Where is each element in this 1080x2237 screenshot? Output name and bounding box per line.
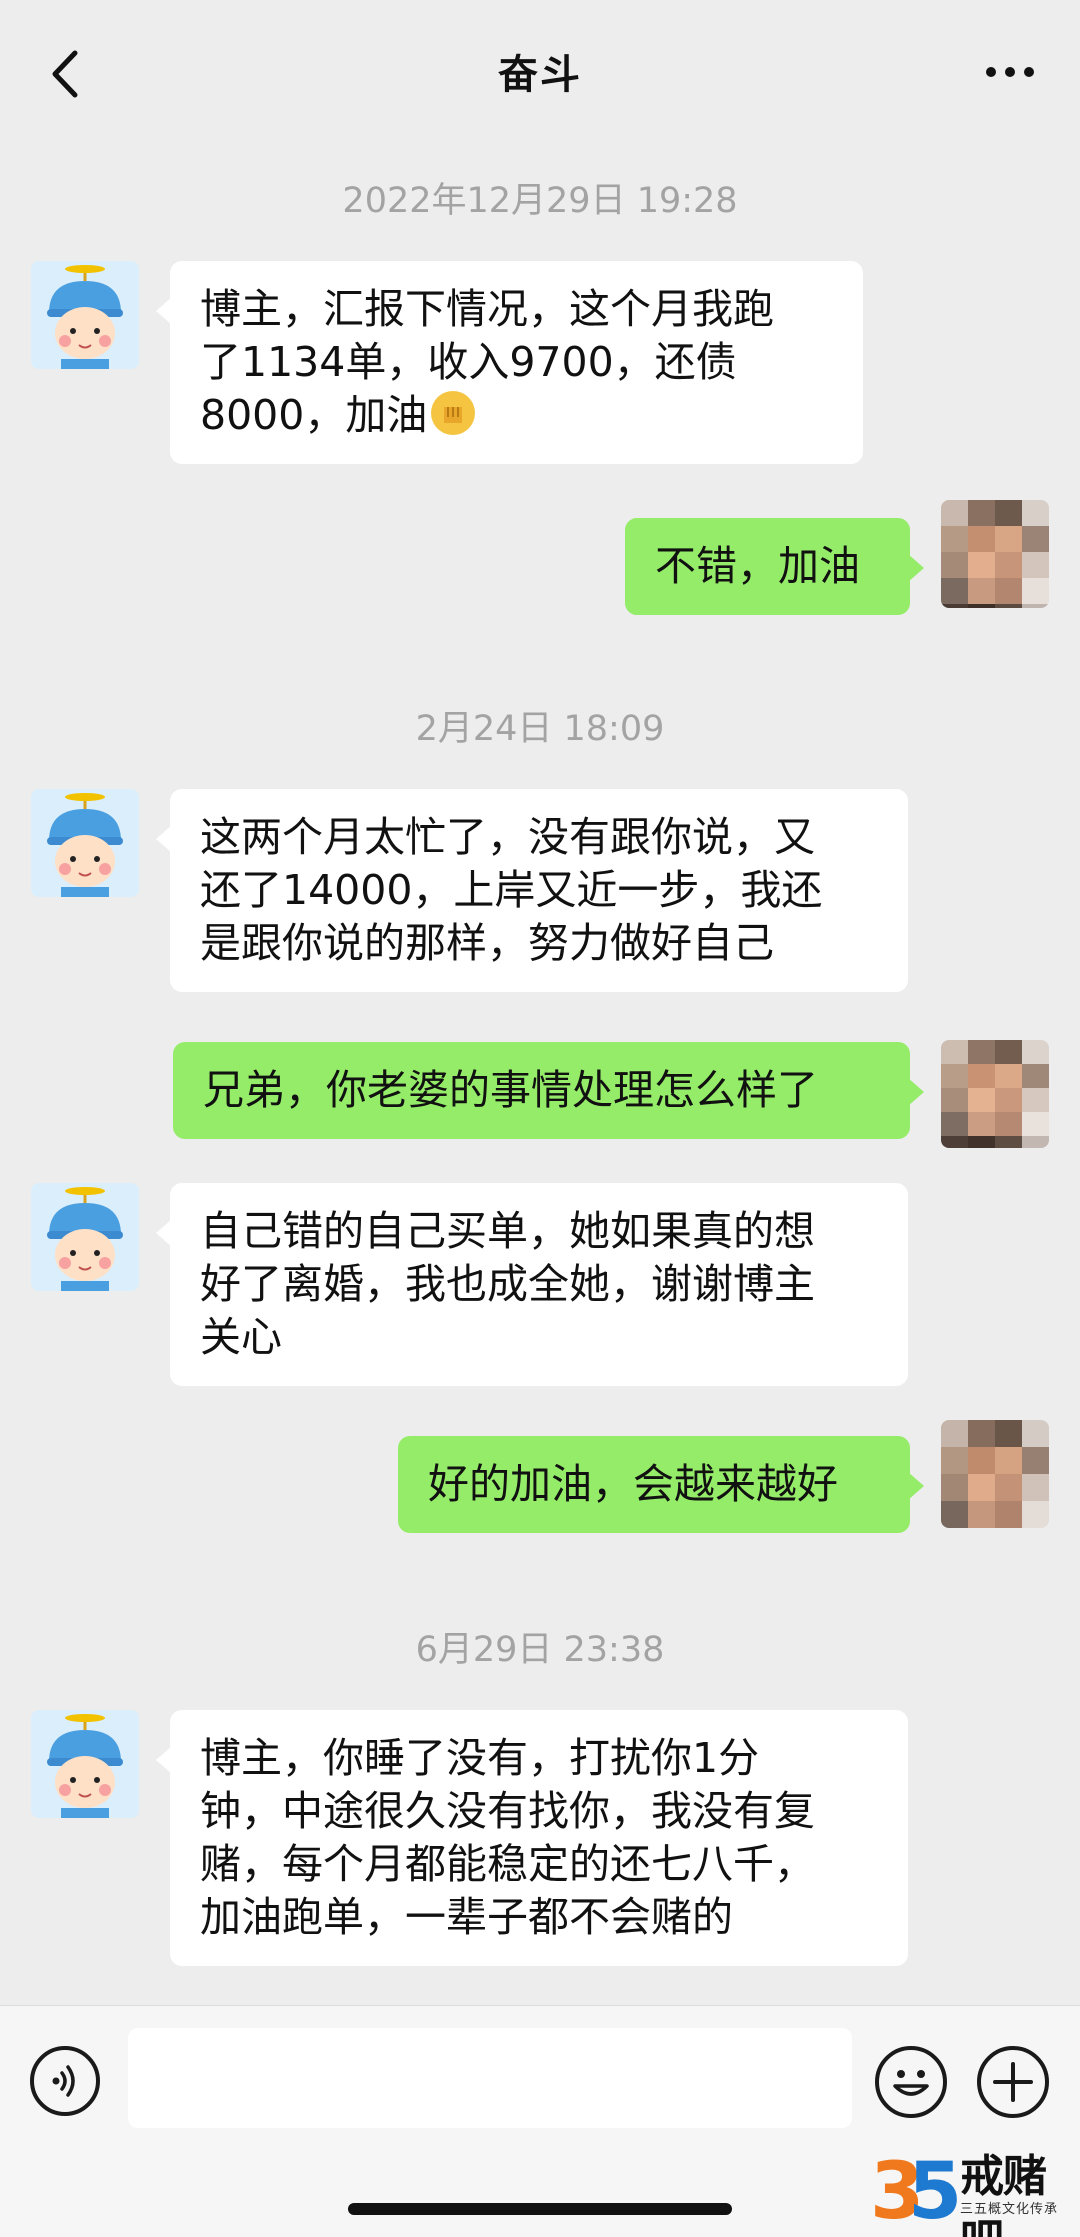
watermark-subtitle: 三五概文化传承 (960, 2202, 1059, 2217)
timestamp: 2022年12月29日 19:28 (342, 181, 738, 221)
plus-icon (993, 2062, 1033, 2102)
user-avatar-pixelated[interactable] (941, 1420, 1049, 1528)
emoji-icon (893, 2070, 929, 2096)
message-line: 是跟你说的那样，努力做好自己 (200, 919, 774, 967)
watermark-logo-35-icon: 3 5 (870, 2147, 960, 2237)
message-line: 关心 (200, 1313, 282, 1361)
received-message-bubble[interactable]: 博主，你睡了没有，打扰你1分 钟，中途很久没有找你，我没有复 赌，每个月都能稳定… (156, 1710, 908, 1966)
voice-button[interactable] (30, 2046, 100, 2116)
message-line: 8000，加油 (200, 391, 428, 439)
fist-emoji-icon (431, 391, 476, 435)
more-dots-icon (986, 67, 1034, 77)
message-line: 赌，每个月都能稳定的还七八千， (200, 1840, 815, 1888)
message-line: 博主，你睡了没有，打扰你1分 (200, 1734, 760, 1782)
chat-header: 奋斗 (0, 0, 1080, 150)
received-message-bubble[interactable]: 博主，汇报下情况，这个月我跑 了1134单，收入9700，还债 8000，加油 (156, 261, 863, 464)
message-input[interactable] (128, 2028, 852, 2128)
message-line: 不错，加油 (655, 542, 860, 590)
svg-text:5: 5 (908, 2147, 960, 2237)
timestamp: 2月24日 18:09 (415, 709, 665, 749)
watermark-name: 戒赌吧 (960, 2151, 1047, 2237)
message-line: 钟，中途很久没有找你，我没有复 (200, 1787, 815, 1835)
emoji-button[interactable] (875, 2046, 947, 2118)
pixelated-avatar-icon (941, 1420, 1049, 1528)
message-line: 兄弟，你老婆的事情处理怎么样了 (203, 1066, 818, 1114)
message-line: 好的加油，会越来越好 (428, 1460, 838, 1508)
cartoon-courier-avatar-icon (31, 789, 139, 897)
received-message-bubble[interactable]: 自己错的自己买单，她如果真的想 好了离婚，我也成全她，谢谢博主 关心 (156, 1183, 908, 1386)
home-indicator (348, 2203, 732, 2215)
message-line: 加油跑单，一辈子都不会赌的 (200, 1893, 733, 1941)
cartoon-courier-avatar-icon (31, 1710, 139, 1818)
more-button[interactable] (980, 52, 1040, 92)
contact-avatar[interactable] (31, 1183, 139, 1291)
timestamp: 6月29日 23:38 (415, 1630, 665, 1670)
sent-message-bubble[interactable]: 兄弟，你老婆的事情处理怎么样了 (173, 1042, 924, 1139)
user-avatar-pixelated[interactable] (941, 500, 1049, 608)
message-line: 自己错的自己买单，她如果真的想 (200, 1207, 815, 1255)
message-line: 博主，汇报下情况，这个月我跑 (200, 285, 774, 333)
cartoon-courier-avatar-icon (31, 261, 139, 369)
message-line: 还了14000，上岸又近一步，我还 (200, 866, 823, 914)
contact-avatar[interactable] (31, 261, 139, 369)
message-line-with-emoji: 8000，加油 (200, 389, 833, 442)
message-line: 了1134单，收入9700，还债 (200, 338, 737, 386)
received-message-bubble[interactable]: 这两个月太忙了，没有跟你说，又 还了14000，上岸又近一步，我还 是跟你说的那… (156, 789, 908, 992)
pixelated-avatar-icon (941, 500, 1049, 608)
contact-avatar[interactable] (31, 789, 139, 897)
voice-icon (52, 2065, 75, 2097)
user-avatar-pixelated[interactable] (941, 1040, 1049, 1148)
message-line: 好了离婚，我也成全她，谢谢博主 (200, 1260, 815, 1308)
chat-title: 奋斗 (498, 52, 582, 98)
watermark: 3 5 戒赌吧 三五概文化传承 (868, 2138, 1080, 2237)
cartoon-courier-avatar-icon (31, 1183, 139, 1291)
sent-message-bubble[interactable]: 好的加油，会越来越好 (398, 1436, 924, 1533)
message-line: 这两个月太忙了，没有跟你说，又 (200, 813, 815, 861)
sent-message-bubble[interactable]: 不错，加油 (625, 518, 924, 615)
contact-avatar[interactable] (31, 1710, 139, 1818)
plus-button[interactable] (977, 2046, 1049, 2118)
pixelated-avatar-icon (941, 1040, 1049, 1148)
